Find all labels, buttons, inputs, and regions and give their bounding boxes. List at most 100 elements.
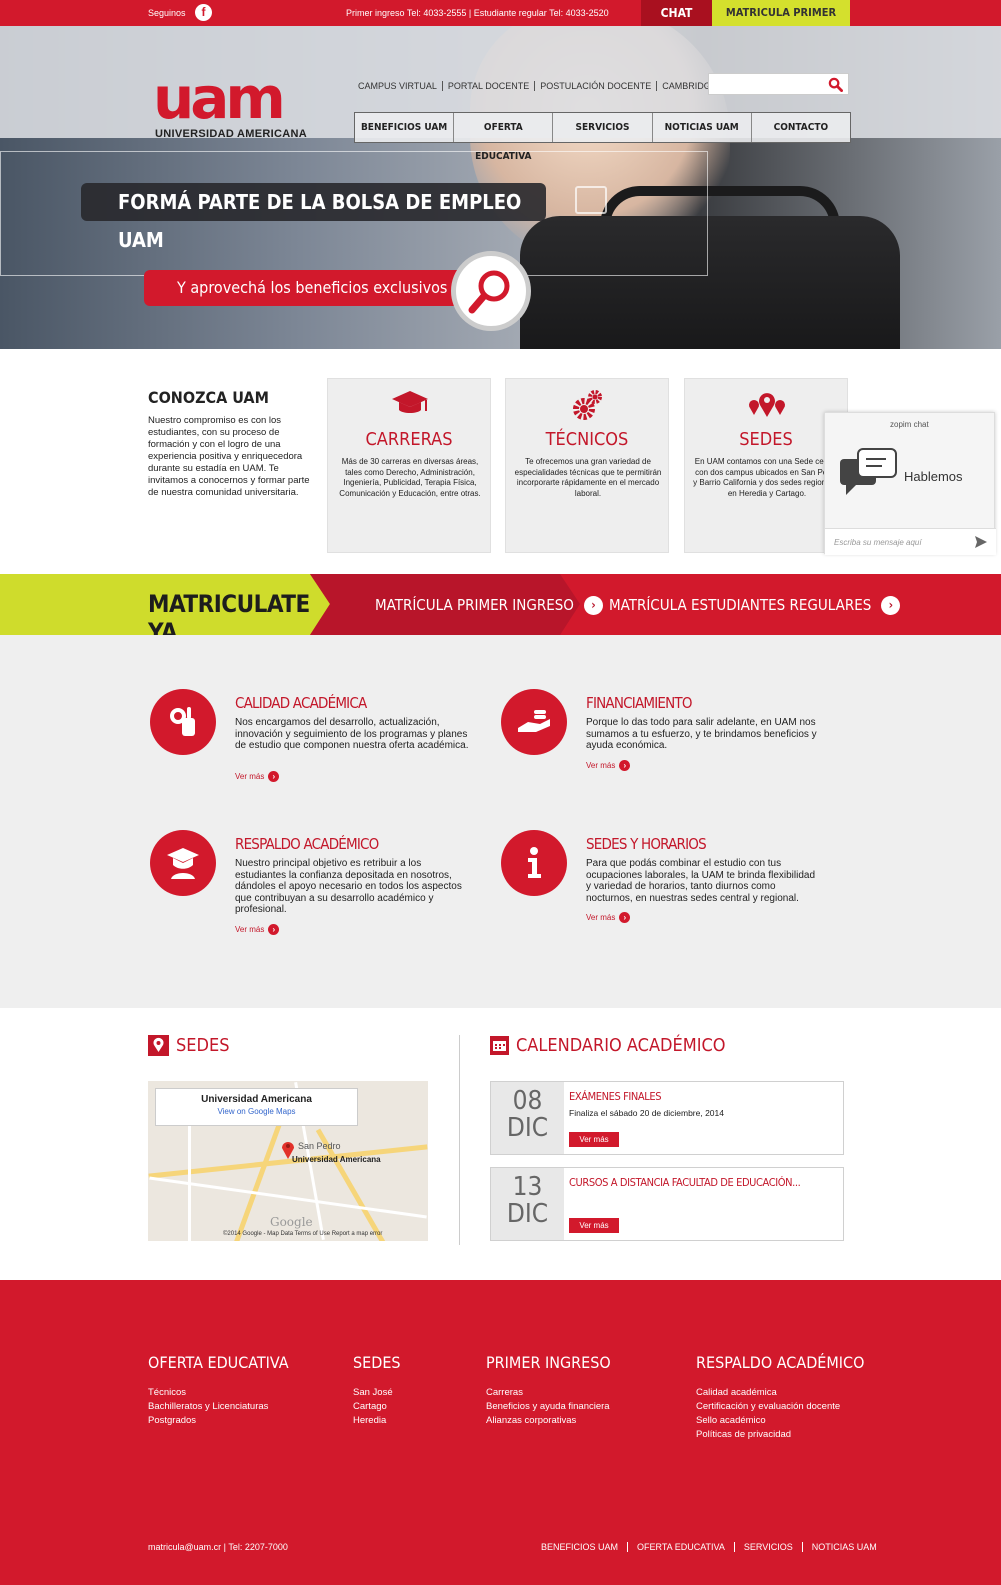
zopim-header: zopim chat bbox=[890, 420, 929, 429]
chat-button[interactable]: CHAT bbox=[641, 0, 712, 26]
nav-oferta-educativa[interactable]: OFERTA EDUCATIVA bbox=[453, 113, 552, 162]
footer-link[interactable]: Políticas de privacidad bbox=[696, 1428, 864, 1442]
view-on-google-maps-link[interactable]: View on Google Maps bbox=[164, 1107, 349, 1116]
map-area-label: San Pedro bbox=[298, 1141, 341, 1151]
link-portal-docente[interactable]: PORTAL DOCENTE bbox=[441, 81, 534, 91]
event-month: DIC bbox=[506, 1113, 549, 1143]
logo-mark: uam bbox=[153, 64, 286, 132]
event-title[interactable]: CURSOS A DISTANCIA FACULTAD DE EDUCACIÓN… bbox=[569, 1176, 801, 1189]
ok-hand-icon bbox=[150, 689, 216, 755]
footer-link[interactable]: Bachilleratos y Licenciaturas bbox=[148, 1400, 289, 1414]
google-map[interactable]: Universidad Americana View on Google Map… bbox=[148, 1081, 428, 1241]
feature-text: Nos encargamos del desarrollo, actualiza… bbox=[235, 717, 469, 751]
main-nav: BENEFICIOS UAM OFERTA EDUCATIVA SERVICIO… bbox=[354, 112, 851, 162]
read-more-link[interactable]: Ver más › bbox=[235, 771, 280, 782]
locations-section: SEDES bbox=[148, 1035, 438, 1056]
facebook-icon[interactable]: f bbox=[195, 4, 212, 21]
link-postulacion-docente[interactable]: POSTULACIÓN DOCENTE bbox=[534, 81, 656, 91]
section-divider bbox=[459, 1035, 460, 1245]
footer-link[interactable]: Calidad académica bbox=[696, 1386, 864, 1400]
locations-title: SEDES bbox=[176, 1035, 230, 1056]
top-bar: Seguinos f Primer ingreso Tel: 4033-2555… bbox=[0, 0, 1001, 45]
logo-name: UNIVERSIDAD AMERICANA bbox=[155, 128, 307, 140]
magnifier-icon[interactable] bbox=[451, 251, 531, 331]
feature-text: Porque lo das todo para salir adelante, … bbox=[586, 717, 817, 751]
event-day: 08 bbox=[512, 1086, 543, 1116]
about-text: Nuestro compromiso es con los estudiante… bbox=[148, 415, 310, 498]
footer-col-title: OFERTA EDUCATIVA bbox=[148, 1353, 289, 1372]
calendar-event[interactable]: 13 DIC CURSOS A DISTANCIA FACULTAD DE EDU… bbox=[490, 1167, 844, 1241]
map-street bbox=[188, 1121, 191, 1241]
footer-col-oferta: OFERTA EDUCATIVA Técnicos Bachilleratos … bbox=[148, 1353, 289, 1428]
chat-message-input[interactable]: Escriba su mensaje aquí bbox=[825, 528, 996, 555]
arrow-right-icon: › bbox=[583, 596, 603, 615]
zopim-chat-widget[interactable]: zopim chat Hablemos Escriba su mensaje a… bbox=[824, 412, 996, 555]
event-date: 08 DIC bbox=[491, 1082, 564, 1154]
footer-link[interactable]: Postgrados bbox=[148, 1414, 289, 1428]
read-more-link[interactable]: Ver más › bbox=[586, 760, 631, 771]
enroll-first-button[interactable]: MATRICULA PRIMER INGRESO bbox=[712, 0, 850, 45]
footer-nav: BENEFICIOS UAM OFERTA EDUCATIVA SERVICIO… bbox=[541, 1542, 886, 1552]
event-more-button[interactable]: Ver más bbox=[569, 1132, 619, 1147]
follow-label: Seguinos bbox=[148, 8, 186, 18]
read-more-link[interactable]: Ver más › bbox=[586, 912, 631, 923]
calendar-title: CALENDARIO ACADÉMICO bbox=[516, 1035, 726, 1056]
site-footer: OFERTA EDUCATIVA Técnicos Bachilleratos … bbox=[0, 1280, 1001, 1585]
hero-subline[interactable]: Y aprovechá los beneficios exclusivos bbox=[144, 270, 464, 306]
hand-coins-icon bbox=[501, 689, 567, 755]
enroll-regular-link[interactable]: MATRÍCULA ESTUDIANTES REGULARES › bbox=[609, 596, 901, 615]
event-more-button[interactable]: Ver más bbox=[569, 1218, 619, 1233]
hero-headline: FORMÁ PARTE DE LA BOLSA DE EMPLEO UAM bbox=[81, 183, 546, 252]
nav-beneficios[interactable]: BENEFICIOS UAM bbox=[355, 113, 453, 142]
search-icon[interactable] bbox=[828, 77, 843, 92]
feature-text: Nuestro principal objetivo es retribuir … bbox=[235, 858, 462, 915]
send-icon[interactable] bbox=[974, 535, 988, 549]
card-title: TÉCNICOS bbox=[545, 429, 629, 450]
footer-nav-oferta[interactable]: OFERTA EDUCATIVA bbox=[627, 1542, 734, 1552]
footer-col-respaldo: RESPALDO ACADÉMICO Calidad académica Cer… bbox=[696, 1353, 864, 1442]
calendar-event[interactable]: 08 DIC EXÁMENES FINALES Finaliza el sábad… bbox=[490, 1081, 844, 1155]
chat-talk-label[interactable]: Hablemos bbox=[904, 469, 963, 484]
briefcase-icon bbox=[575, 186, 607, 214]
graduation-cap-icon bbox=[392, 391, 428, 413]
footer-link[interactable]: San José bbox=[353, 1386, 401, 1400]
site-header: uam UNIVERSIDAD AMERICANA CAMPUS VIRTUAL… bbox=[0, 26, 1001, 162]
map-pin-icon bbox=[148, 1035, 169, 1056]
footer-nav-servicios[interactable]: SERVICIOS bbox=[733, 1542, 802, 1552]
footer-link[interactable]: Beneficios y ayuda financiera bbox=[486, 1400, 611, 1414]
map-footer: ©2014 Google - Map Data Terms of Use Rep… bbox=[223, 1231, 383, 1237]
link-campus-virtual[interactable]: CAMPUS VIRTUAL bbox=[358, 81, 442, 91]
footer-nav-beneficios[interactable]: BENEFICIOS UAM bbox=[541, 1542, 627, 1552]
uam-logo[interactable]: uam UNIVERSIDAD AMERICANA bbox=[153, 64, 313, 144]
footer-link[interactable]: Heredia bbox=[353, 1414, 401, 1428]
feature-title: FINANCIAMIENTO bbox=[586, 694, 692, 712]
graduate-icon bbox=[150, 830, 216, 896]
footer-contact: matricula@uam.cr | Tel: 2207-7000 bbox=[148, 1542, 288, 1552]
footer-link[interactable]: Sello académico bbox=[696, 1414, 864, 1428]
footer-link[interactable]: Técnicos bbox=[148, 1386, 289, 1400]
footer-col-primer-ingreso: PRIMER INGRESO Carreras Beneficios y ayu… bbox=[486, 1353, 611, 1428]
footer-link[interactable]: Carreras bbox=[486, 1386, 611, 1400]
footer-col-title: SEDES bbox=[353, 1353, 401, 1372]
nav-contacto[interactable]: CONTACTO bbox=[750, 113, 850, 142]
enroll-first-link[interactable]: MATRÍCULA PRIMER INGRESO › bbox=[375, 596, 603, 615]
footer-link[interactable]: Cartago bbox=[353, 1400, 401, 1414]
read-more-link[interactable]: Ver más › bbox=[235, 924, 280, 935]
map-marker-label: Universidad Americana bbox=[292, 1155, 381, 1164]
chevron-right-icon: › bbox=[268, 924, 280, 935]
enroll-bar: MATRICULATE YA MATRÍCULA PRIMER INGRESO ›… bbox=[0, 574, 1001, 635]
enroll-regular-label: MATRÍCULA ESTUDIANTES REGULARES bbox=[609, 596, 872, 614]
card-carreras[interactable]: CARRERAS Más de 30 carreras en diversas … bbox=[327, 378, 491, 553]
card-text: En UAM contamos con una Sede central con… bbox=[693, 457, 841, 498]
footer-link[interactable]: Certificación y evaluación docente bbox=[696, 1400, 864, 1414]
footer-nav-noticias[interactable]: NOTICIAS UAM bbox=[801, 1542, 886, 1552]
nav-servicios[interactable]: SERVICIOS bbox=[552, 113, 651, 142]
search-input[interactable] bbox=[708, 73, 849, 95]
nav-noticias[interactable]: NOTICIAS UAM bbox=[651, 113, 751, 142]
footer-link[interactable]: Alianzas corporativas bbox=[486, 1414, 611, 1428]
card-tecnicos[interactable]: TÉCNICOS Te ofrecemos una gran variedad … bbox=[505, 378, 669, 553]
hero-banner[interactable]: uam UNIVERSIDAD AMERICANA CAMPUS VIRTUAL… bbox=[0, 26, 1001, 349]
about-title: CONOZCA UAM bbox=[148, 388, 269, 407]
footer-col-sedes: SEDES San José Cartago Heredia bbox=[353, 1353, 401, 1428]
event-title[interactable]: EXÁMENES FINALES bbox=[569, 1090, 662, 1103]
